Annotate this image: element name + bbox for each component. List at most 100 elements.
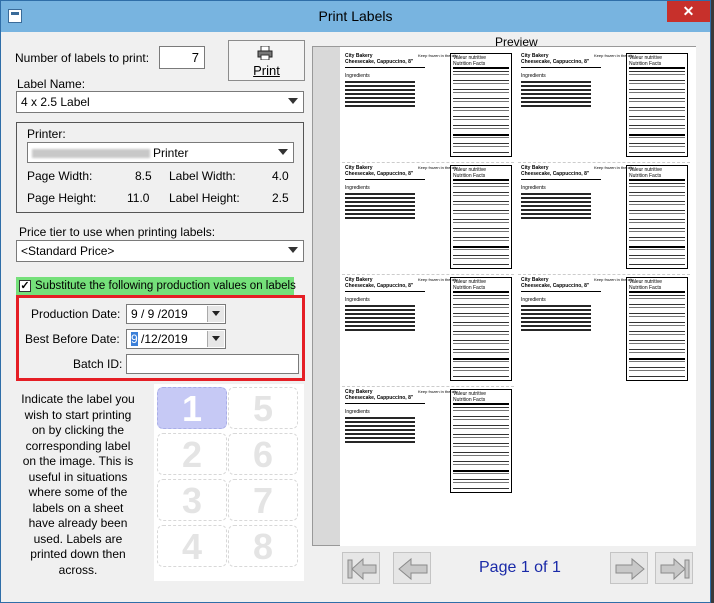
title-bar: Print Labels ✕ — [1, 1, 710, 32]
label-name-value: 4 x 2.5 Label — [21, 95, 90, 109]
nutrition-rows — [453, 180, 509, 266]
nutrition-bar — [629, 291, 685, 293]
sheet-slot-1[interactable]: 1 — [157, 387, 227, 429]
price-tier-select[interactable]: <Standard Price> — [16, 240, 304, 262]
batch-id-input[interactable] — [126, 354, 299, 374]
preview-label: City Bakery Keep frozen in the city Cheese… — [342, 275, 514, 385]
sheet-slot-6[interactable]: 6 — [228, 433, 298, 475]
preview-label-ingredients: Ingredients — [345, 297, 370, 303]
best-before-label: Best Before Date: — [25, 332, 120, 346]
instruction-line: printed down then — [30, 547, 126, 561]
start-label-instructions: Indicate the label you wish to start pri… — [13, 392, 143, 578]
nutrition-rows — [629, 180, 685, 266]
last-page-button[interactable] — [655, 552, 693, 584]
nutrition-rows — [629, 68, 685, 154]
page-indicator: Page 1 of 1 — [479, 559, 561, 576]
last-page-icon — [660, 557, 690, 581]
nutrition-rows — [629, 292, 685, 378]
calendar-dropdown-icon[interactable] — [207, 331, 224, 347]
label-sheet-selector: 1 2 3 4 5 6 7 8 — [154, 384, 304, 581]
nutrition-bar — [453, 246, 509, 248]
substitute-checkbox-row[interactable]: ✓ Substitute the following production va… — [16, 277, 296, 297]
print-button[interactable]: Print — [228, 40, 305, 81]
sheet-slot-5[interactable]: 5 — [228, 387, 298, 429]
preview-label-product: Cheesecake, Cappuccino, 8" — [521, 59, 590, 65]
previous-page-button[interactable] — [393, 552, 431, 584]
nutrition-bar — [629, 134, 685, 136]
first-page-button[interactable] — [342, 552, 380, 584]
label-height-value: 2.5 — [272, 191, 289, 205]
next-page-button[interactable] — [610, 552, 648, 584]
nutrition-bar — [629, 179, 685, 181]
production-date-value: 9 / 9 /2019 — [131, 307, 188, 321]
substitute-checkbox[interactable]: ✓ — [19, 280, 31, 292]
instruction-line: on by clicking the — [31, 423, 125, 437]
best-before-selected-part: 9 — [131, 332, 138, 346]
sheet-slot-7[interactable]: 7 — [228, 479, 298, 521]
printer-icon — [257, 46, 273, 60]
preview-label-divider — [521, 179, 601, 180]
instruction-line: have already been — [28, 516, 128, 530]
nutrition-bar — [629, 246, 685, 248]
printer-suffix: Printer — [153, 146, 189, 160]
print-button-label: Print — [253, 63, 280, 78]
instruction-line: used. Labels are — [33, 531, 123, 546]
nutrition-facts-table: Valeur nutritive Nutrition Facts — [626, 165, 688, 269]
production-date-picker[interactable]: 9 / 9 /2019 — [126, 304, 226, 324]
preview-page: City Bakery Keep frozen in the city Cheese… — [340, 47, 696, 546]
sheet-slot-4[interactable]: 4 — [157, 525, 227, 567]
sheet-slot-3[interactable]: 3 — [157, 479, 227, 521]
instruction-line: labels on a sheet — [32, 500, 124, 515]
preview-label-product: Cheesecake, Cappuccino, 8" — [345, 395, 414, 401]
sheet-slot-8[interactable]: 8 — [228, 525, 298, 567]
preview-label-ingredient-text — [521, 81, 591, 109]
print-labels-window: Print Labels ✕ Number of labels to print… — [0, 0, 711, 603]
preview-label-divider — [345, 403, 425, 404]
nutrition-bar — [453, 470, 509, 472]
calendar-dropdown-icon[interactable] — [207, 306, 224, 322]
preview-label: City Bakery Keep frozen in the city Cheese… — [342, 51, 514, 161]
printer-label: Printer: — [27, 127, 66, 141]
preview-label-ingredient-text — [521, 305, 591, 333]
close-button[interactable]: ✕ — [667, 1, 710, 22]
best-before-rest: /12/2019 — [137, 332, 188, 346]
first-page-icon — [347, 557, 377, 581]
labels-count-label: Number of labels to print: — [15, 51, 150, 65]
preview-label: City Bakery Keep frozen in the city Cheese… — [342, 163, 514, 273]
label-name-select[interactable]: 4 x 2.5 Label — [16, 91, 304, 113]
instruction-line: corresponding label — [25, 438, 131, 453]
best-before-picker[interactable]: 9 /12/2019 — [126, 329, 226, 349]
page-height-label: Page Height: — [27, 191, 97, 205]
instruction-line: Indicate the label you — [21, 392, 135, 406]
instruction-line: across. — [58, 562, 98, 577]
production-date-label: Production Date: — [31, 307, 121, 321]
preview-label-divider — [345, 291, 425, 292]
printer-name-redacted — [32, 149, 150, 158]
best-before-value: 9 /12/2019 — [131, 332, 188, 346]
nutrition-bar — [629, 67, 685, 69]
nutrition-rows — [453, 292, 509, 378]
arrow-left-icon — [398, 557, 428, 581]
printer-select[interactable]: Printer — [27, 142, 294, 163]
preview-label-ingredients: Ingredients — [521, 73, 546, 79]
arrow-right-icon — [615, 557, 645, 581]
page-width-label: Page Width: — [27, 169, 93, 183]
label-width-label: Label Width: — [169, 169, 236, 183]
labels-count-input[interactable]: 7 — [159, 46, 205, 69]
preview-label-ingredients: Ingredients — [521, 297, 546, 303]
preview-label-ingredients: Ingredients — [345, 185, 370, 191]
preview-label-product: Cheesecake, Cappuccino, 8" — [345, 171, 414, 177]
window-title: Print Labels — [318, 8, 393, 24]
chevron-down-icon — [288, 98, 298, 104]
preview-label-ingredient-text — [345, 417, 415, 445]
nutrition-facts-table: Valeur nutritive Nutrition Facts — [450, 389, 512, 493]
sheet-slot-2[interactable]: 2 — [157, 433, 227, 475]
page-width-value: 8.5 — [135, 169, 152, 183]
preview-label-divider — [521, 291, 601, 292]
preview-label: City Bakery Keep frozen in the city Cheese… — [518, 275, 690, 385]
nutrition-rows — [453, 404, 509, 490]
price-tier-value: <Standard Price> — [21, 244, 115, 258]
preview-label-ingredients: Ingredients — [345, 73, 370, 79]
preview-area: City Bakery Keep frozen in the city Cheese… — [312, 46, 696, 546]
instruction-line: wish to start printing — [24, 407, 132, 422]
